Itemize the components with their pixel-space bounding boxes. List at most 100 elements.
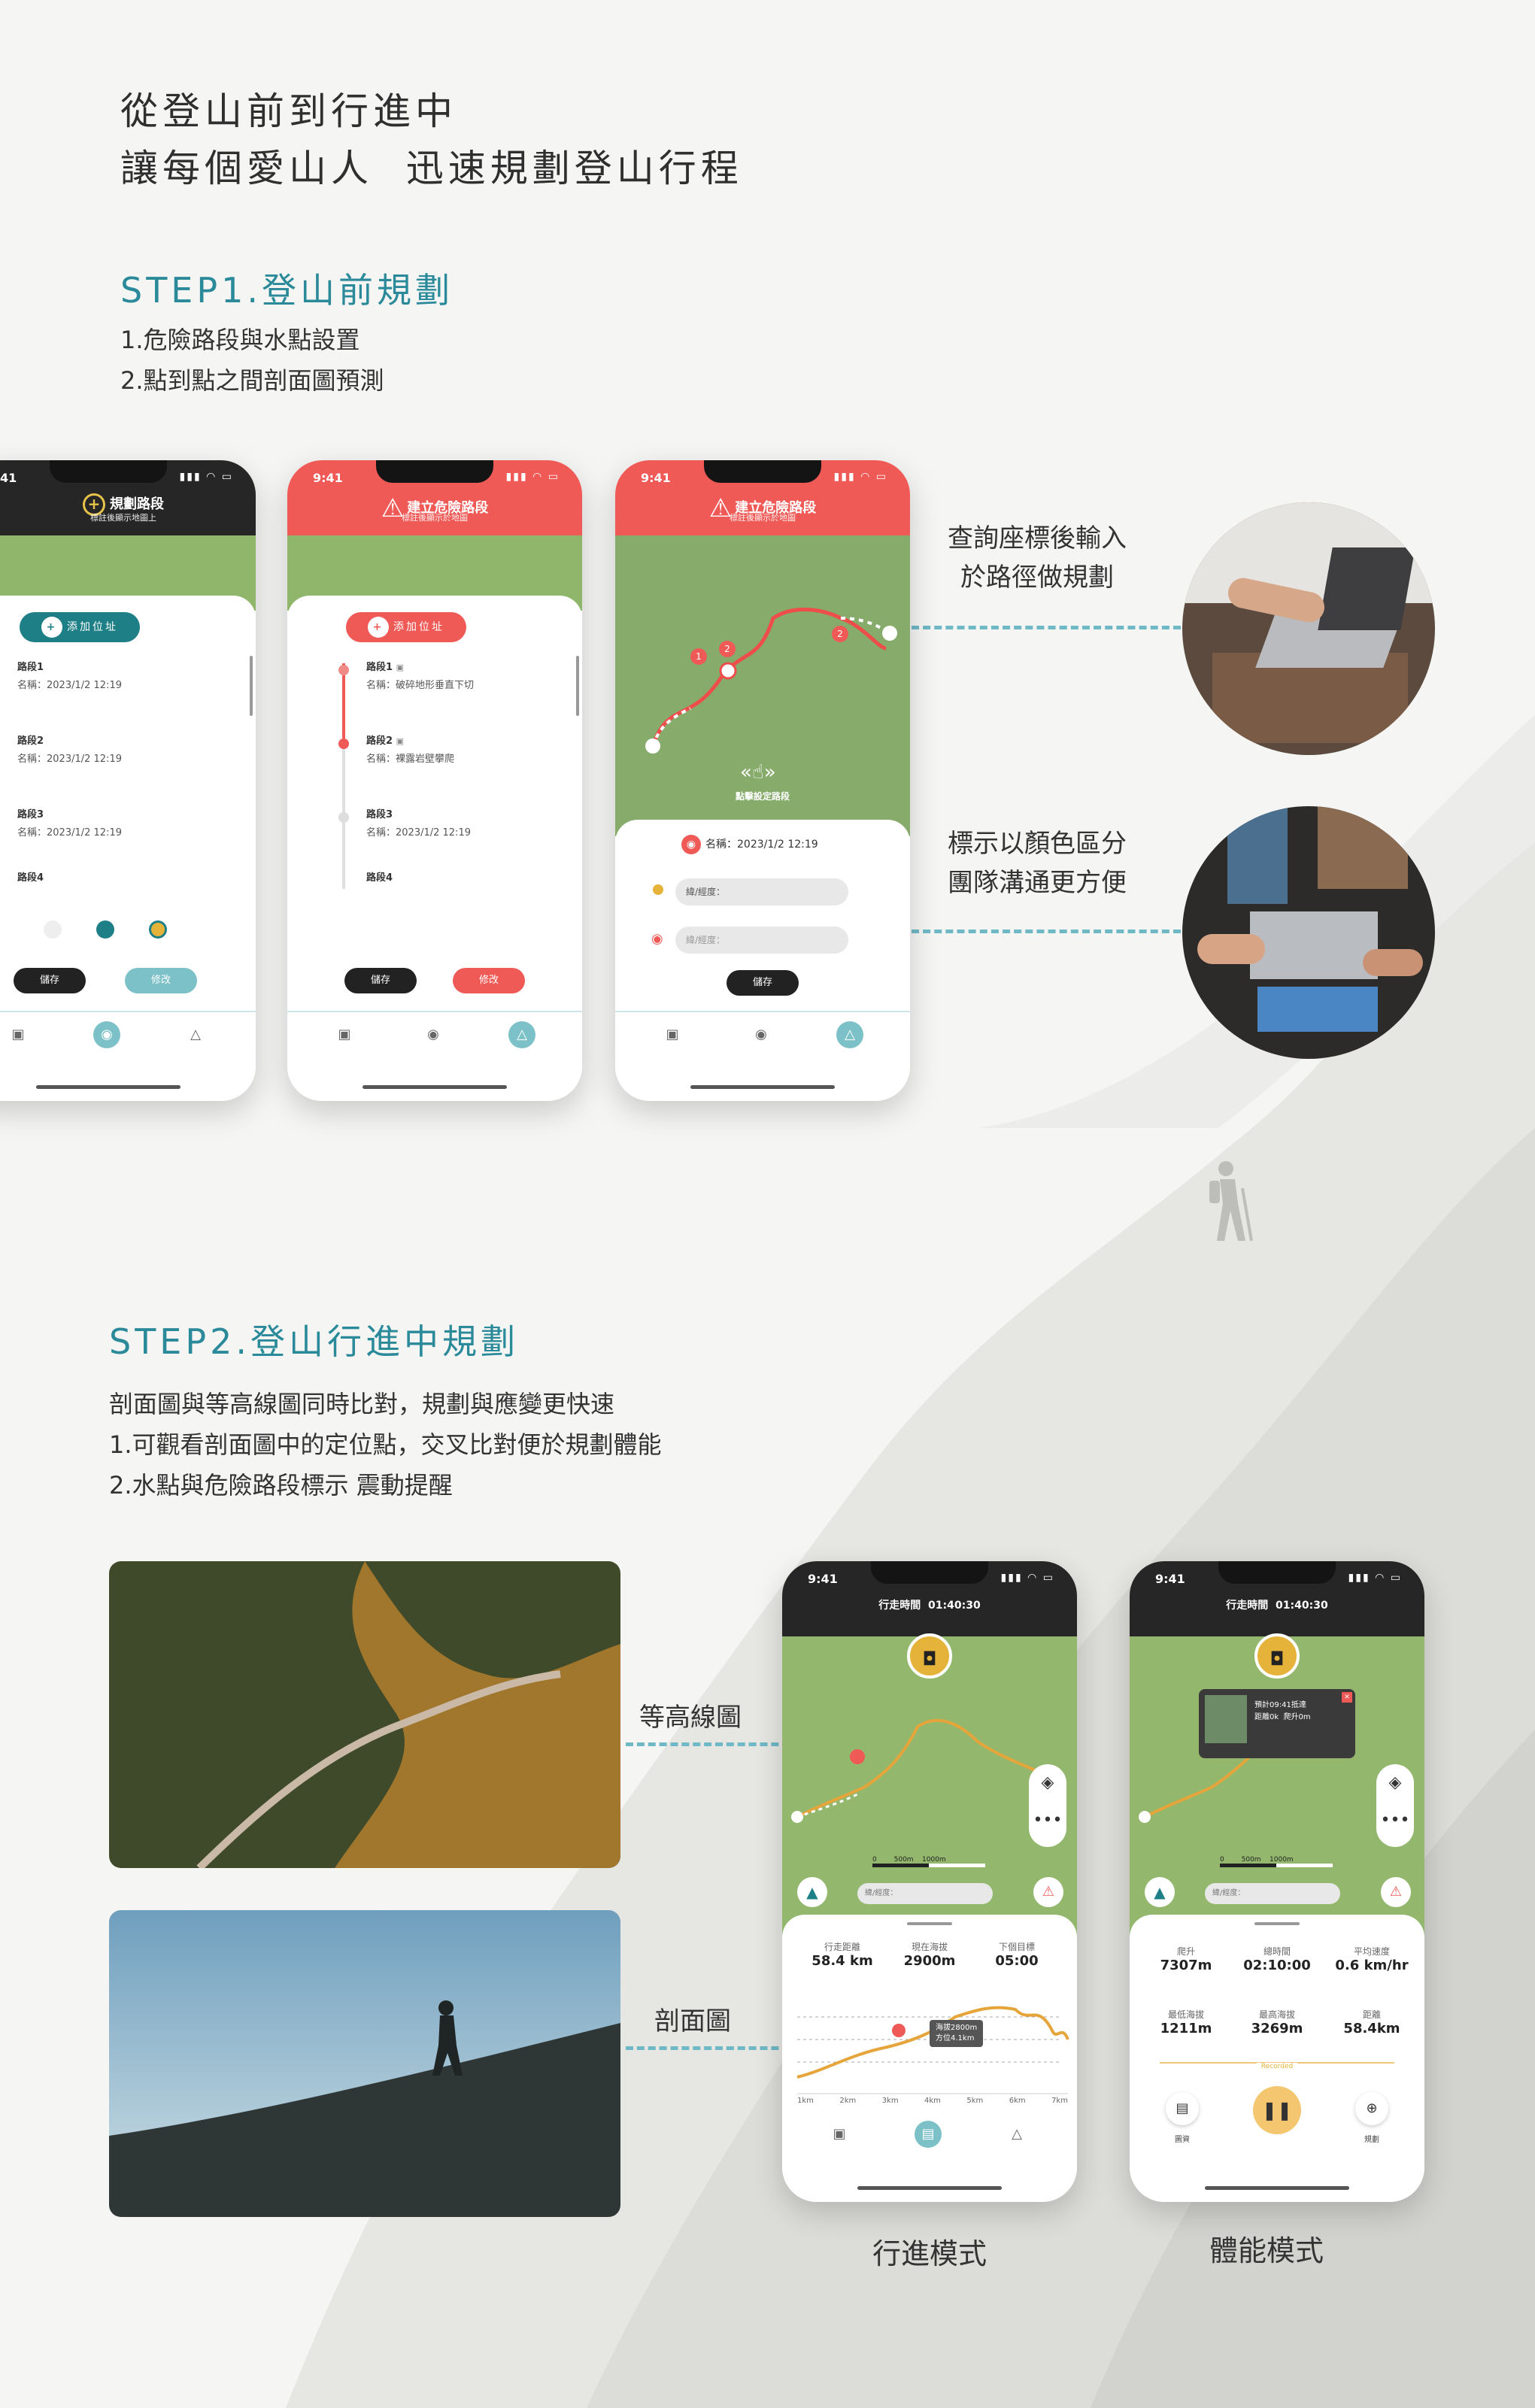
plan-button[interactable]: ⊕	[1355, 2092, 1388, 2125]
map-marker-2[interactable]: 2	[832, 626, 848, 642]
profile-tab-icon[interactable]: ▤	[915, 2121, 942, 2148]
danger-marker[interactable]	[850, 1749, 865, 1764]
layers-button[interactable]: ◈ •••	[1376, 1764, 1414, 1847]
notch	[1218, 1561, 1336, 1584]
tap-hand-icon: «☝»	[740, 761, 776, 784]
segment-item[interactable]: 路段2 ▣ 名稱：裸露岩壁攀爬	[366, 732, 454, 769]
save-button[interactable]: 儲存	[344, 968, 417, 993]
hero-line-2: 讓每個愛山人 迅速規劃登山行程	[120, 147, 743, 190]
phone-walking-mode: 9:41 ▮▮▮ ◠ ▭ 行走時間 01:40:30 ◘ ◈ ••• 0 500m…	[782, 1561, 1077, 2202]
warning-tab-icon[interactable]: △	[836, 1021, 863, 1048]
side-caption-2: 標示以顏色區分 團隊溝通更方便	[948, 829, 1127, 898]
popup-close-icon[interactable]: ✕	[1342, 1692, 1352, 1703]
location-tab-icon[interactable]: ◉	[420, 1021, 447, 1048]
stat-block: 距離 58.4km	[1343, 2009, 1400, 2036]
notch	[871, 1561, 988, 1584]
save-button[interactable]: 儲存	[727, 970, 799, 996]
status-icons: ▮▮▮ ◠ ▭	[1348, 1572, 1402, 1584]
step1-item: 2.點到點之間剖面圖預測	[120, 366, 384, 395]
warning-tab-icon[interactable]: △	[182, 1021, 209, 1048]
segment-item[interactable]: 路段3 名稱：2023/1/2 12:19	[17, 806, 122, 842]
coord-input-start[interactable]: 緯/經度：	[675, 878, 848, 905]
coord-input[interactable]: 緯/經度：	[857, 1883, 993, 1904]
segment-item[interactable]: 路段3 名稱：2023/1/2 12:19	[366, 806, 471, 842]
tab-bar: ▣ ◉ △	[615, 1011, 910, 1056]
hero-line-1: 從登山前到行進中	[120, 89, 457, 133]
add-location-button[interactable]: + 添加位址	[20, 612, 140, 642]
app-header: 9:41 ▮▮▮ ◠ ▭ ⚠ 建立危險路段 標註後顯示於地圖	[615, 460, 910, 535]
map-data-label: 圖資	[1175, 2136, 1190, 2144]
elapsed-time: 行走時間 01:40:30	[878, 1600, 981, 1612]
step1-list: 1.危險路段與水點設置 2.點到點之間剖面圖預測	[120, 320, 384, 401]
photo-popup[interactable]: ✕ 預計09:41抵達 距離0k 爬升0m	[1199, 1689, 1355, 1758]
route-tab-icon[interactable]: ▣	[331, 1021, 358, 1048]
map-data-button[interactable]: ▤	[1166, 2092, 1199, 2125]
team-laptop-photo	[1182, 806, 1435, 1059]
color-gold-option[interactable]	[149, 920, 167, 939]
header-subtitle: 標註後顯示地圖上	[90, 513, 156, 523]
phone-fitness-mode: 9:41 ▮▮▮ ◠ ▭ 行走時間 01:40:30 ◘ ✕ 預計09:41抵達…	[1130, 1561, 1424, 2202]
pin-icon: ◉	[681, 835, 701, 854]
pin-icon: ◉	[651, 931, 663, 947]
color-teal-option[interactable]	[96, 920, 114, 939]
phone-plan-route: 41 ▮▮▮ ◠ ▭ + 規劃路段 標註後顯示地圖上 + 添加位址 路段1 名稱：20…	[0, 460, 256, 1101]
side-caption-1: 查詢座標後輸入 於路徑做規劃	[948, 523, 1127, 593]
location-tab-icon[interactable]: ◉	[93, 1021, 120, 1048]
segment-item[interactable]: 路段4	[366, 869, 393, 881]
stat-block: 爬升 7307m	[1160, 1946, 1212, 1973]
location-tab-icon[interactable]: ◉	[748, 1021, 775, 1048]
segment-item[interactable]: 路段4	[17, 869, 44, 881]
coord-input-end[interactable]: 緯/經度：	[675, 927, 848, 954]
hiker-silhouette-photo	[109, 1910, 620, 2217]
camera-button[interactable]: ◘	[907, 1633, 952, 1679]
danger-button[interactable]: ⚠	[1033, 1877, 1063, 1907]
hero-heading: 從登山前到行進中 讓每個愛山人 迅速規劃登山行程	[120, 83, 743, 197]
add-location-button[interactable]: + 添加位址	[346, 612, 466, 642]
camera-button[interactable]: ◘	[1254, 1633, 1300, 1679]
step2-item: 1.可觀看剖面圖中的定位點，交叉比對便於規劃體能	[109, 1430, 662, 1459]
profile-x-axis: 1km 2km 3km 4km 5km 6km 7km	[797, 2097, 1068, 2105]
edit-button[interactable]: 修改	[125, 968, 197, 993]
edit-icon[interactable]: ▣	[396, 663, 404, 672]
save-button[interactable]: 儲存	[14, 968, 86, 993]
map-view[interactable]: 1 2 2 «☝» 點擊設定路段	[615, 535, 910, 836]
route-tab-icon[interactable]: ▣	[5, 1021, 32, 1048]
danger-button[interactable]: ⚠	[1381, 1877, 1411, 1907]
segment-item[interactable]: 路段2 名稱：2023/1/2 12:19	[17, 732, 122, 769]
phone-create-danger: 9:41 ▮▮▮ ◠ ▭ ⚠ 建立危險路段 標註後顯示於地圖 + 添加位址 路段1 …	[287, 460, 582, 1101]
edit-button[interactable]: 修改	[453, 968, 525, 993]
plus-icon: +	[41, 617, 62, 638]
stat-block: 下個目標 05:00	[995, 1942, 1039, 1969]
stat-block: 總時間 02:10:00	[1243, 1946, 1311, 1973]
status-time: 9:41	[641, 471, 671, 485]
status-time: 9:41	[808, 1572, 838, 1586]
color-white-option[interactable]	[44, 920, 62, 939]
profile-tooltip: 海拔2800m 方位4.1km	[930, 2020, 984, 2047]
compass-button[interactable]: ▲	[1145, 1877, 1175, 1907]
plan-label: 規劃	[1364, 2136, 1379, 2144]
status-icons: ▮▮▮ ◠ ▭	[833, 471, 887, 483]
layers-button[interactable]: ◈ •••	[1029, 1764, 1066, 1847]
app-header: 41 ▮▮▮ ◠ ▭ + 規劃路段 標註後顯示地圖上	[0, 460, 256, 535]
sheet-handle	[1254, 1922, 1300, 1925]
stats-sheet: 爬升 7307m 總時間 02:10:00 平均速度 0.6 km/hr 最低海拔 12…	[1130, 1915, 1424, 2202]
segment-item[interactable]: 路段1 ▣ 名稱：破碎地形垂直下切	[366, 659, 474, 695]
warning-tab-icon[interactable]: △	[1003, 2121, 1030, 2148]
coord-input[interactable]: 緯/經度：	[1205, 1883, 1340, 1904]
timeline-dot	[338, 738, 349, 749]
warning-tab-icon[interactable]: △	[508, 1021, 535, 1048]
header-subtitle: 標註後顯示於地圖	[730, 513, 796, 523]
tap-hint: 點擊設定路段	[735, 791, 790, 802]
compass-button[interactable]: ▲	[797, 1877, 827, 1907]
connector-line	[912, 930, 1181, 933]
route-tab-icon[interactable]: ▣	[659, 1021, 686, 1048]
route-tab-icon[interactable]: ▣	[826, 2121, 853, 2148]
segment-item[interactable]: 路段1 名稱：2023/1/2 12:19	[17, 659, 122, 695]
scrollbar[interactable]	[576, 656, 579, 716]
pause-button[interactable]: ❚❚	[1253, 2086, 1301, 2134]
map-marker-1[interactable]: 1	[690, 648, 707, 665]
edit-icon[interactable]: ▣	[396, 736, 404, 746]
step2-title: STEP2.登山行進中規劃	[109, 1321, 519, 1362]
scrollbar[interactable]	[250, 656, 253, 716]
map-marker-2[interactable]: 2	[719, 641, 736, 657]
